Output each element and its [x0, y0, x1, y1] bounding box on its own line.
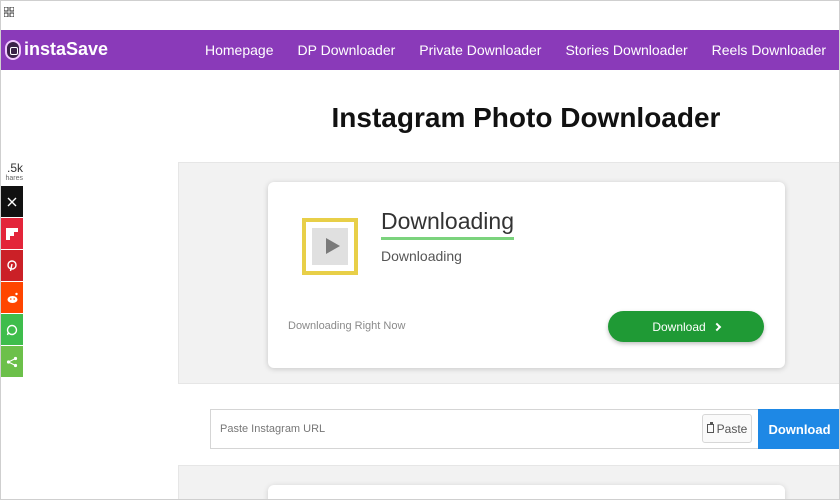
brand-logo-icon [5, 39, 21, 60]
chevron-right-icon [712, 322, 721, 332]
play-icon [326, 238, 340, 254]
share-more-button[interactable] [1, 346, 23, 377]
reddit-icon [7, 292, 18, 303]
media-thumbnail[interactable] [302, 218, 358, 275]
top-navbar: instaSave Homepage DP Downloader Private… [1, 30, 839, 70]
apps-grid-icon[interactable] [4, 7, 14, 17]
page-title: Instagram Photo Downloader [331, 102, 721, 133]
nav-item-dp-downloader[interactable]: DP Downloader [298, 42, 396, 58]
download-button[interactable]: Download [758, 409, 839, 449]
instagram-url-input[interactable] [210, 409, 759, 449]
pinterest-icon [7, 259, 17, 271]
x-icon [7, 197, 17, 206]
nav-item-private-downloader[interactable]: Private Downloader [419, 42, 541, 58]
secondary-card [268, 485, 785, 499]
browser-top-strip [1, 1, 839, 29]
share-whatsapp-button[interactable] [1, 314, 23, 345]
thumbnail-placeholder [312, 228, 348, 265]
whatsapp-icon [6, 324, 18, 335]
download-status: Downloading Right Now [288, 320, 406, 332]
nav-item-stories-downloader[interactable]: Stories Downloader [565, 42, 687, 58]
card-title: Downloading [381, 208, 514, 240]
clipboard-icon [706, 422, 714, 433]
share-count-number: .5k [6, 161, 23, 175]
paste-label: Paste [716, 421, 748, 436]
share-icon [6, 356, 18, 367]
page: instaSave Homepage DP Downloader Private… [0, 0, 840, 500]
nav-item-reels-downloader[interactable]: Reels Downloader [712, 42, 826, 58]
paste-button[interactable]: Paste [702, 414, 752, 443]
share-count: .5k hares [1, 161, 23, 183]
share-flipboard-button[interactable] [1, 218, 23, 249]
share-reddit-button[interactable] [1, 282, 23, 313]
share-count-label: hares [5, 175, 23, 182]
nav-item-homepage[interactable]: Homepage [205, 42, 274, 58]
download-card: Downloading Downloading Downloading Righ… [268, 182, 785, 368]
card-download-label: Download [652, 319, 706, 334]
brand-logo[interactable]: instaSave [5, 39, 108, 60]
nav-links: Homepage DP Downloader Private Downloade… [205, 42, 839, 58]
brand-name: instaSave [24, 39, 109, 59]
share-x-button[interactable] [1, 186, 23, 217]
url-form: Paste Download [210, 409, 839, 449]
flipboard-icon [6, 227, 18, 240]
card-download-button[interactable]: Download [608, 311, 764, 342]
card-subtitle: Downloading [381, 248, 462, 264]
share-pinterest-button[interactable] [1, 250, 23, 281]
